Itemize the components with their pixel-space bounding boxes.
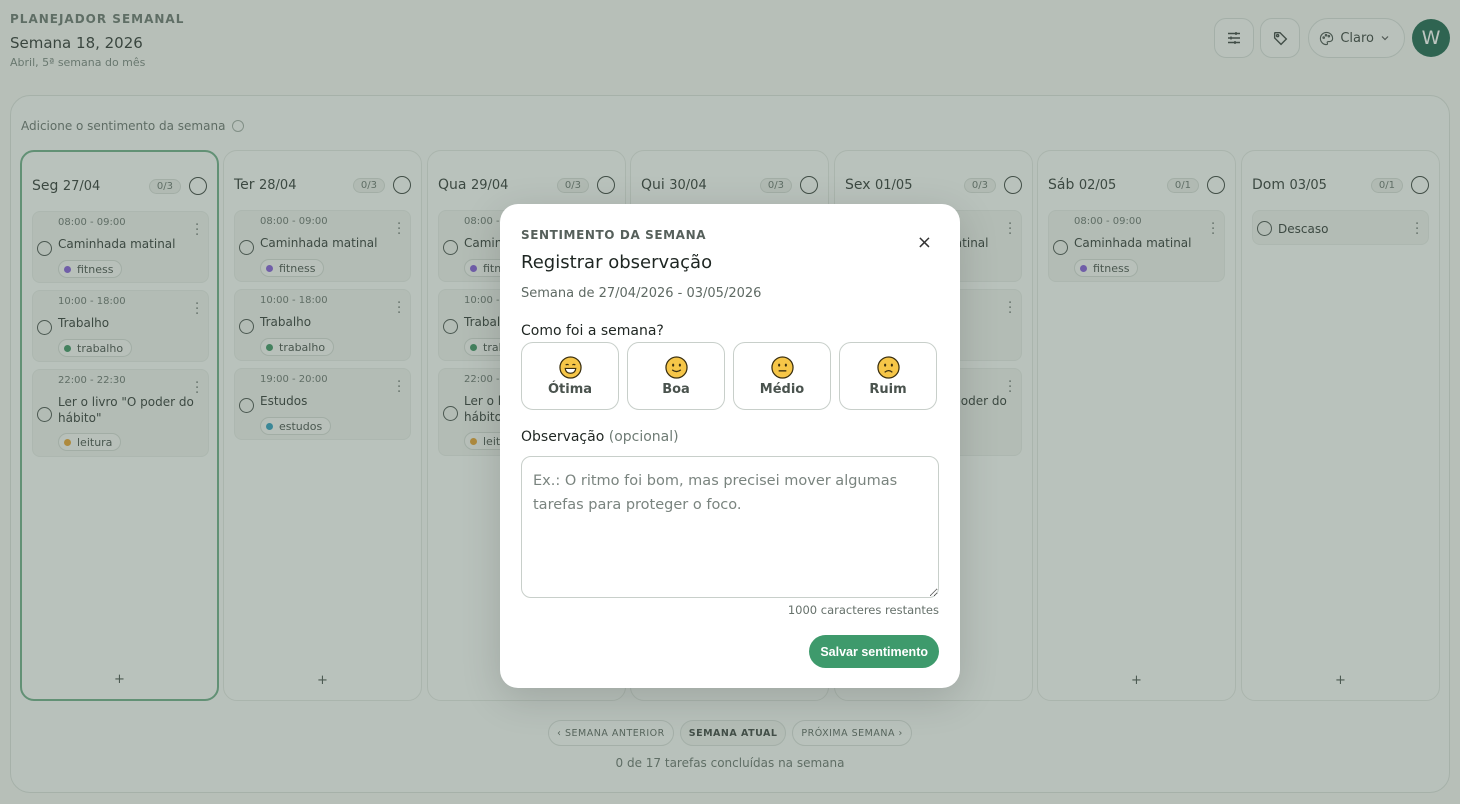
close-icon[interactable]: ×	[917, 234, 932, 252]
modal-title: Registrar observação	[521, 252, 713, 273]
grinning-face-icon	[558, 355, 582, 379]
week-range: Semana de 27/04/2026 - 03/05/2026	[521, 286, 762, 301]
modal-kicker: SENTIMENTO DA SEMANA	[521, 228, 707, 242]
character-counter: 1000 caracteres restantes	[787, 603, 939, 617]
observation-label-text: Observação	[521, 429, 605, 445]
observation-optional: (opcional)	[608, 429, 679, 445]
mood-option-boa[interactable]: Boa	[627, 342, 725, 410]
mood-question: Como foi a semana?	[521, 323, 664, 339]
observation-label: Observação (opcional)	[521, 429, 679, 445]
mood-options: Ótima Boa Médio Ruim	[521, 342, 937, 410]
mood-label: Médio	[759, 381, 805, 397]
mood-label: Ruim	[869, 381, 907, 397]
mood-option-medio[interactable]: Médio	[733, 342, 831, 410]
mood-label: Ótima	[547, 381, 593, 397]
save-sentiment-button[interactable]: Salvar sentimento	[809, 635, 939, 668]
slightly-smiling-face-icon	[664, 355, 688, 379]
neutral-face-icon	[770, 355, 794, 379]
observation-textarea[interactable]	[521, 456, 939, 598]
slightly-frowning-face-icon	[876, 355, 900, 379]
mood-label: Boa	[662, 381, 690, 397]
mood-option-otima[interactable]: Ótima	[521, 342, 619, 410]
mood-option-ruim[interactable]: Ruim	[839, 342, 937, 410]
sentiment-modal: SENTIMENTO DA SEMANA Registrar observaçã…	[500, 204, 960, 688]
